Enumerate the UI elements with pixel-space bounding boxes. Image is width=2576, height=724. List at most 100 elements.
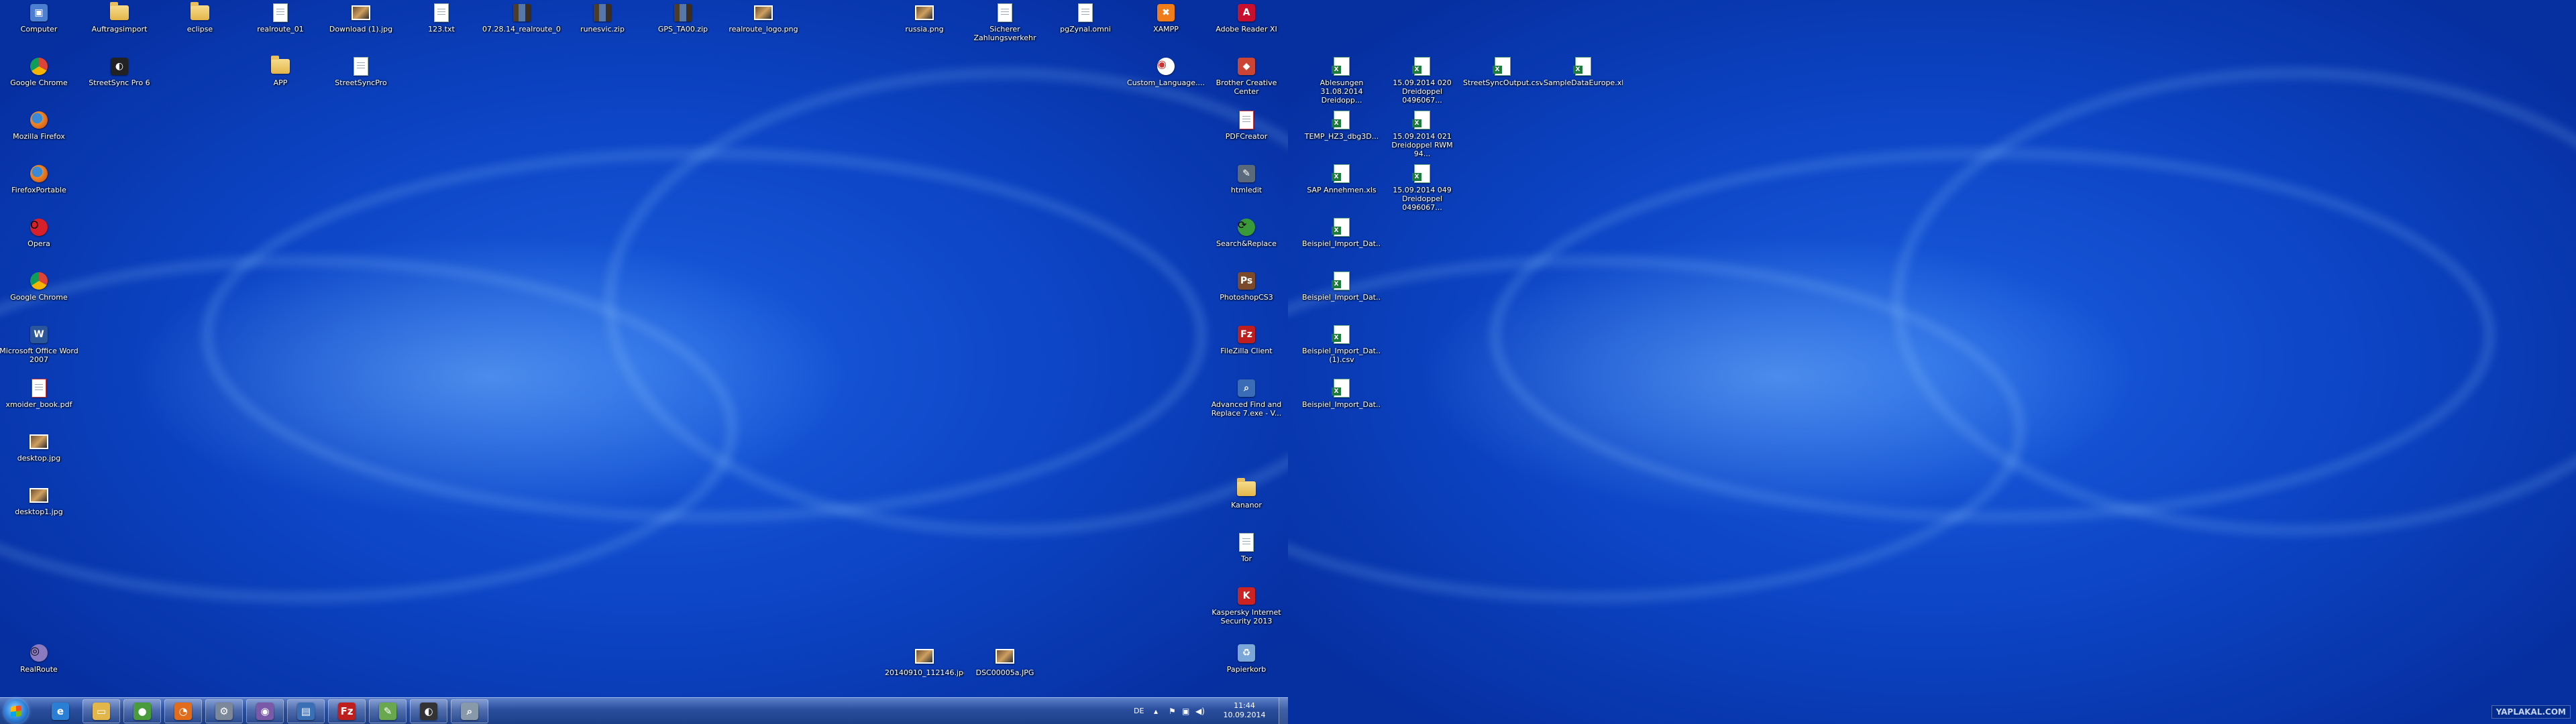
desktop-icon[interactable]: Ps PhotoshopCS3	[1206, 271, 1287, 324]
desktop-icon[interactable]: PDFCreator	[1206, 110, 1287, 164]
desktop-icon-image: W	[28, 324, 50, 345]
desktop-icon[interactable]: 15.09.2014 049 Dreidoppel 0496067...	[1382, 164, 1462, 217]
desktop-icon-label: Custom_Language....	[1127, 78, 1205, 87]
desktop-icon[interactable]: 123.txt	[401, 3, 482, 56]
desktop-icon[interactable]: ✖ XAMPP	[1126, 3, 1206, 56]
desktop-icon[interactable]: APP	[240, 56, 321, 110]
taskbar-button[interactable]: ◉	[246, 699, 284, 723]
desktop-icon[interactable]: Kananor	[1206, 478, 1287, 532]
desktop-icon[interactable]: Beispiel_Import_Dat...	[1301, 217, 1382, 271]
desktop-icon[interactable]: desktop1.jpg	[0, 485, 79, 539]
network-icon[interactable]: ▣	[1182, 707, 1189, 716]
desktop-icon[interactable]: Tor	[1206, 532, 1287, 586]
desktop-icon[interactable]: ▣ Computer	[0, 3, 79, 56]
folder-icon	[1237, 478, 1256, 496]
desktop-icon[interactable]: Ablesungen 31.08.2014 Dreidopp...	[1301, 56, 1382, 110]
archive-icon	[513, 4, 531, 21]
desktop-icon[interactable]: Beispiel_Import_Dat...	[1301, 271, 1382, 324]
desktop-icon[interactable]: A Adobe Reader XI	[1206, 3, 1287, 56]
taskbar-button[interactable]: ◔	[164, 699, 202, 723]
language-indicator[interactable]: DE	[1134, 707, 1144, 715]
desktop-icon-image	[28, 110, 50, 130]
streetsync-icon: ◐	[111, 58, 128, 75]
desktop-icon-label: Search&Replace	[1216, 239, 1277, 248]
taskbar-button[interactable]: Fz	[328, 699, 366, 723]
folder-icon	[191, 2, 209, 20]
desktop-icon[interactable]: StreetSyncPro	[321, 56, 401, 110]
clock[interactable]: 11:44 10.09.2014	[1221, 701, 1268, 720]
desktop-icon[interactable]: GPS_TA00.zip	[643, 3, 723, 56]
desktop-icon-image	[592, 3, 613, 23]
desktop-icon[interactable]: ✎ htmledit	[1206, 164, 1287, 217]
desktop-icon[interactable]: ◐ StreetSync Pro 6	[79, 56, 160, 110]
desktop-icon-image	[1236, 532, 1257, 552]
desktop-icon[interactable]: TEMP_HZ3_dbg3D...	[1301, 110, 1382, 164]
desktop-icon[interactable]: realroute_logo.png	[723, 3, 804, 56]
archive-icon	[594, 4, 611, 21]
desktop-icon[interactable]: SampleDataEurope.xls	[1543, 56, 1623, 110]
taskbar-button[interactable]: ⚙	[205, 699, 243, 723]
desktop-icon-image	[1331, 271, 1352, 291]
desktop-icon[interactable]: Google Chrome	[0, 56, 79, 110]
desktop-icon[interactable]: xmoider_book.pdf	[0, 378, 79, 432]
desktop-icon[interactable]: 15.09.2014 021 Dreidoppel RWM 94...	[1382, 110, 1462, 164]
desktop-icon[interactable]: ♻ Papierkorb	[1206, 643, 1287, 697]
notepad-icon: ✎	[379, 703, 396, 720]
spreadsheet-icon	[1412, 57, 1430, 76]
show-hidden-icons-icon[interactable]: ▴	[1154, 707, 1158, 716]
taskbar-button[interactable]: ●	[123, 699, 161, 723]
desktop-icon[interactable]: realroute_01	[240, 3, 321, 56]
taskbar-button[interactable]: ◐	[410, 699, 447, 723]
desktop-icon-image	[1411, 164, 1433, 184]
desktop-icon[interactable]: 15.09.2014 020 Dreidoppel 0496067...	[1382, 56, 1462, 110]
desktop-icon[interactable]: russia.png	[884, 3, 965, 56]
taskbar-button[interactable]: e	[42, 699, 79, 723]
desktop-icon[interactable]: desktop.jpg	[0, 432, 79, 485]
desktop-icon[interactable]: O Opera	[0, 217, 79, 271]
desktop-icon[interactable]: ⟳ Search&Replace	[1206, 217, 1287, 271]
desktop-icon[interactable]: Google Chrome	[0, 271, 79, 324]
volume-icon[interactable]: ◀)	[1195, 707, 1205, 716]
spreadsheet-icon	[1332, 57, 1350, 76]
desktop-icon[interactable]: ◆ Brother Creative Center	[1206, 56, 1287, 110]
spreadsheet-icon	[1332, 379, 1350, 398]
desktop-icon-label: DSC00005a.JPG	[975, 668, 1034, 677]
taskbar-button[interactable]: ⌕	[451, 699, 488, 723]
desktop-icon[interactable]: Auftragsimport	[79, 2, 160, 56]
desktop-icon[interactable]: runesvic.zip	[562, 3, 643, 56]
desktop-icon[interactable]: ⌕ Advanced Find and Replace 7.exe - V...	[1206, 378, 1287, 432]
clock-time: 11:44	[1234, 701, 1255, 710]
desktop-icon[interactable]: 20140910_112146.jpg	[884, 646, 965, 700]
desktop-icon[interactable]: Fz FileZilla Client	[1206, 324, 1287, 378]
desktop-icon-label: Kaspersky Internet Security 2013	[1212, 608, 1281, 625]
desktop-icon[interactable]: ◉ Custom_Language....	[1126, 56, 1206, 110]
desktop-icon-label: XAMPP	[1153, 25, 1179, 34]
show-desktop-button[interactable]	[1279, 698, 1288, 724]
desktop-icon[interactable]: StreetSyncOutput.csv	[1462, 56, 1543, 110]
desktop-icon-label: Beispiel_Import_Dat...	[1302, 400, 1381, 409]
desktop-icon[interactable]: Mozilla Firefox	[0, 110, 79, 164]
start-button[interactable]	[4, 699, 28, 723]
desktop-icon-label: russia.png	[905, 25, 944, 34]
word-icon: W	[30, 326, 48, 343]
desktop-icon[interactable]: 07.28.14_realroute_01.rar	[482, 3, 562, 56]
taskbar-button[interactable]: ▤	[287, 699, 325, 723]
taskbar-button[interactable]: ▭	[83, 699, 120, 723]
desktop-icon[interactable]: eclipse	[160, 2, 240, 56]
desktop-icon[interactable]: SAP Annehmen.xls	[1301, 164, 1382, 217]
right-monitor-desktop: TODO Ablesungen 31.08.2014 Dreidopp... 15.…	[1288, 0, 2576, 724]
desktop-icon[interactable]: W Microsoft Office Word 2007	[0, 324, 79, 378]
desktop-icon[interactable]: K Kaspersky Internet Security 2013	[1206, 586, 1287, 640]
desktop-icon[interactable]: ◎ RealRoute	[0, 643, 79, 697]
desktop-icon[interactable]: FirefoxPortable	[0, 164, 79, 217]
flag-icon[interactable]: ⚑	[1169, 707, 1176, 716]
desktop-icon-label: SampleDataEurope.xls	[1544, 78, 1623, 87]
desktop-icon[interactable]: Beispiel_Import_Dat... (1).csv	[1301, 324, 1382, 378]
desktop-icon[interactable]: pgZynal.omni	[1045, 3, 1126, 56]
desktop-icon[interactable]: Sicherer Zahlungsverkehr	[965, 3, 1045, 56]
desktop-icon[interactable]: Download (1).jpg	[321, 3, 401, 56]
desktop-icon[interactable]: Beispiel_Import_Dat...	[1301, 378, 1382, 432]
desktop-icon[interactable]: DSC00005a.JPG	[965, 646, 1045, 700]
desktop-icon[interactable]: TODO	[1288, 3, 1301, 56]
taskbar-button[interactable]: ✎	[369, 699, 407, 723]
